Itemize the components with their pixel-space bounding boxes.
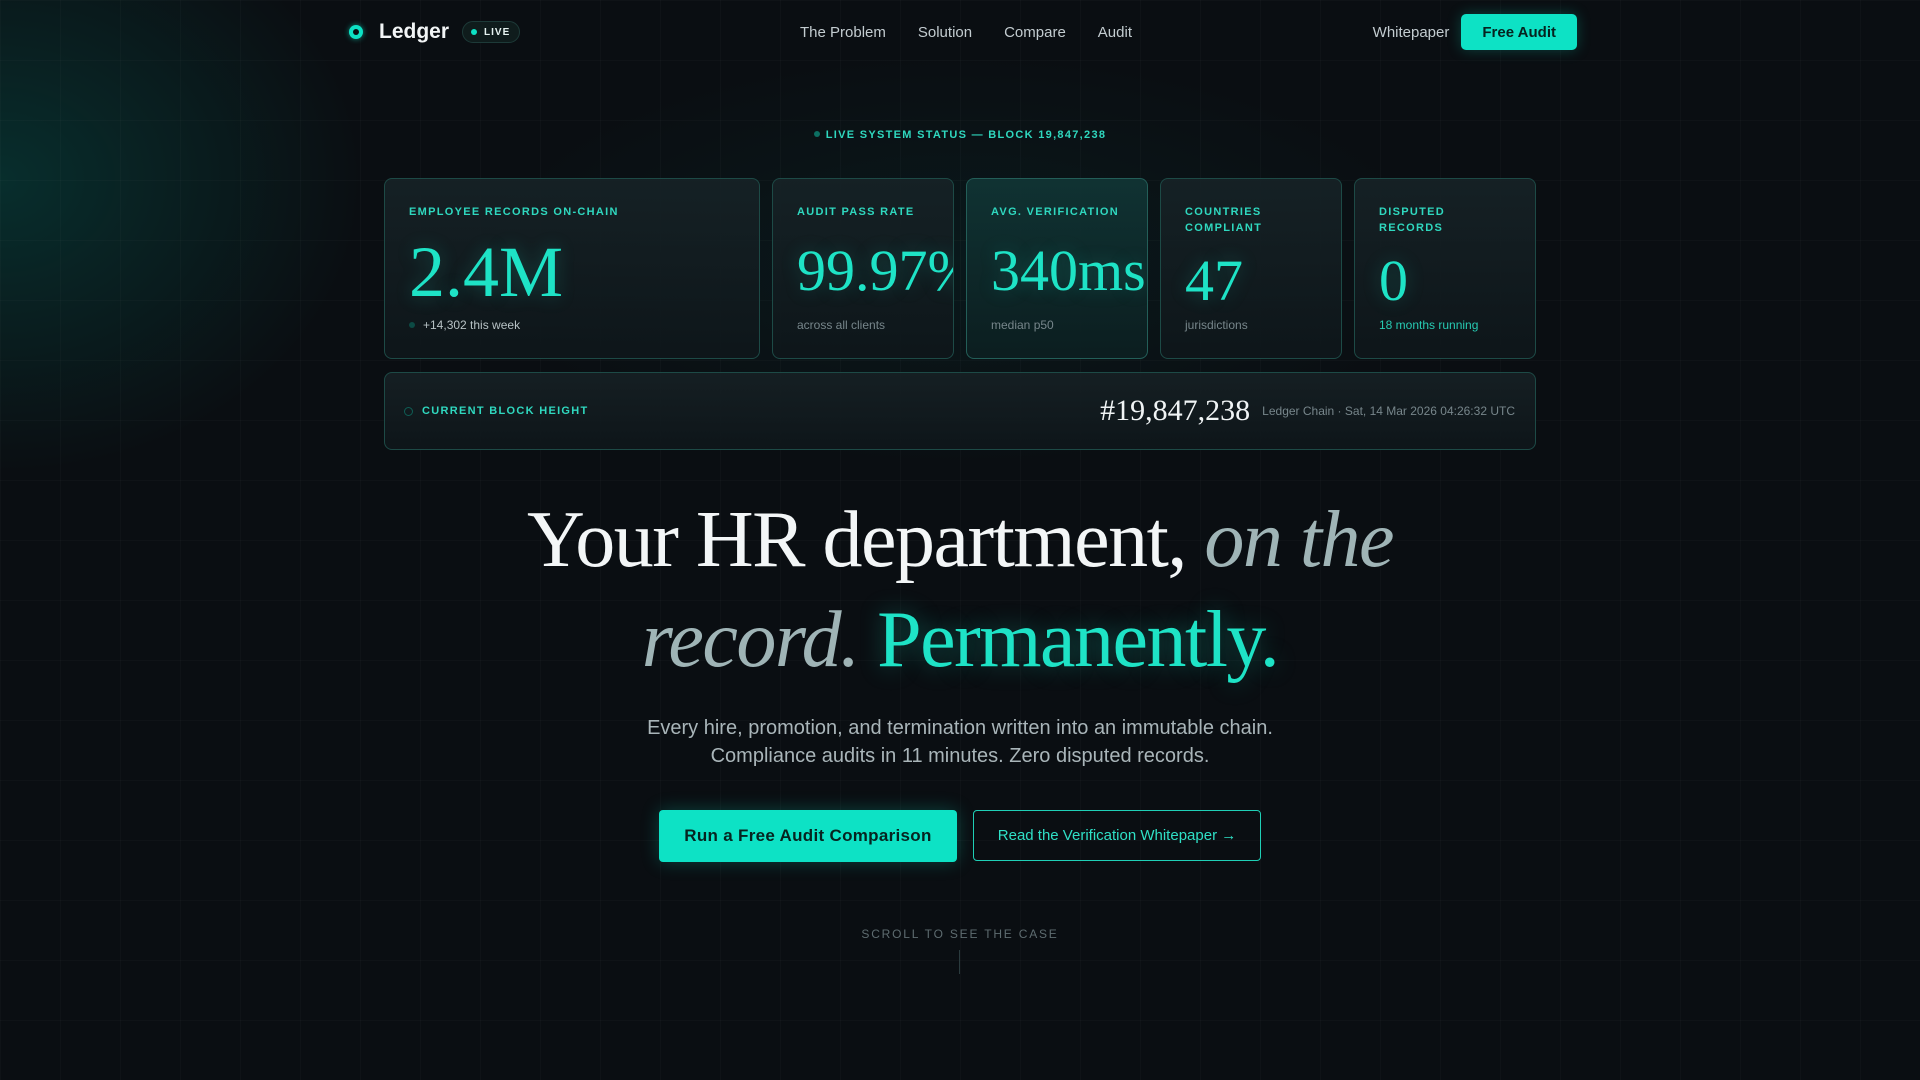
live-dot-icon xyxy=(471,29,478,35)
stat-label: COUNTRIES COMPLIANT xyxy=(1185,206,1263,234)
stat-sub: across all clients xyxy=(797,318,886,332)
hero-title-accent: Permanently. xyxy=(877,596,1280,684)
run-audit-comparison-button[interactable]: Run a Free Audit Comparison xyxy=(659,810,957,862)
live-badge: LIVE xyxy=(462,21,521,43)
stat-card-records: EMPLOYEE RECORDS ON-CHAIN 2.4M +14,302 t… xyxy=(384,178,760,359)
read-whitepaper-button[interactable]: Read the Verification Whitepaper → xyxy=(973,810,1261,861)
block-label-text: CURRENT BLOCK HEIGHT xyxy=(422,405,589,417)
stat-label: EMPLOYEE RECORDS ON-CHAIN xyxy=(409,206,619,218)
stat-sub: 18 months running xyxy=(1379,318,1479,332)
stat-card-disputed: DISPUTED RECORDS 0 18 months running xyxy=(1354,178,1536,359)
hero-subtitle: Every hire, promotion, and termination w… xyxy=(0,714,1920,770)
scroll-indicator-line xyxy=(959,950,960,974)
stat-label: AUDIT PASS RATE xyxy=(797,206,915,218)
hero-title-italic-2: record. xyxy=(641,596,860,684)
block-number: #19,847,238 xyxy=(1100,394,1251,427)
system-status-text: LIVE SYSTEM STATUS — BLOCK 19,847,238 xyxy=(825,129,1107,141)
stat-card-verification: AVG. VERIFICATION 340ms median p50 xyxy=(966,178,1148,359)
stat-value: 2.4M xyxy=(409,232,564,312)
live-badge-label: LIVE xyxy=(484,26,511,38)
free-audit-button[interactable]: Free Audit xyxy=(1461,14,1577,50)
block-label: CURRENT BLOCK HEIGHT xyxy=(404,405,589,417)
stat-card-countries: COUNTRIES COMPLIANT 47 jurisdictions xyxy=(1160,178,1342,359)
stat-card-pass-rate: AUDIT PASS RATE 99.97% across all client… xyxy=(772,178,954,359)
system-status-line: LIVE SYSTEM STATUS — BLOCK 19,847,238 xyxy=(0,129,1920,141)
stat-sub-text: +14,302 this week xyxy=(423,318,521,332)
nav-right: Whitepaper Free Audit xyxy=(1373,14,1577,50)
hero-title-italic-1: on the xyxy=(1204,496,1394,584)
nav-link-compare[interactable]: Compare xyxy=(1004,24,1066,41)
nav-link-the-problem[interactable]: The Problem xyxy=(800,24,886,41)
block-meta: Ledger Chain · Sat, 14 Mar 2026 04:26:32… xyxy=(1262,404,1515,418)
stat-value: 99.97% xyxy=(797,238,953,303)
hero-title: Your HR department, on the record. Perma… xyxy=(0,490,1920,690)
hero-subtitle-line1: Every hire, promotion, and termination w… xyxy=(647,717,1273,739)
nav-link-audit[interactable]: Audit xyxy=(1098,24,1132,41)
nav-link-solution[interactable]: Solution xyxy=(918,24,972,41)
ledger-logo-icon xyxy=(349,25,363,39)
block-height-bar: CURRENT BLOCK HEIGHT #19,847,238 Ledger … xyxy=(384,372,1536,450)
stat-value: 0 xyxy=(1379,248,1408,313)
stat-label: AVG. VERIFICATION xyxy=(991,206,1120,218)
block-info: #19,847,238 Ledger Chain · Sat, 14 Mar 2… xyxy=(1100,394,1515,428)
stat-value: 47 xyxy=(1185,248,1243,313)
stat-sub: median p50 xyxy=(991,318,1054,332)
whitepaper-link[interactable]: Whitepaper xyxy=(1373,24,1450,41)
hero-title-plain: Your HR department, xyxy=(526,496,1205,584)
stat-sub: +14,302 this week xyxy=(409,318,520,332)
stat-value: 340ms xyxy=(991,238,1146,303)
trend-up-icon xyxy=(409,321,415,328)
stat-sub: jurisdictions xyxy=(1185,318,1248,332)
hero-subtitle-line2: Compliance audits in 11 minutes. Zero di… xyxy=(710,745,1210,767)
brand-name: Ledger xyxy=(379,20,450,43)
top-nav: Ledger LIVE The Problem Solution Compare… xyxy=(349,14,1577,50)
status-dot-icon xyxy=(813,131,820,138)
stat-label: DISPUTED RECORDS xyxy=(1379,206,1446,234)
scroll-hint: SCROLL TO SEE THE CASE xyxy=(861,927,1059,941)
block-dot-icon xyxy=(404,406,413,416)
brand[interactable]: Ledger LIVE xyxy=(349,20,521,44)
